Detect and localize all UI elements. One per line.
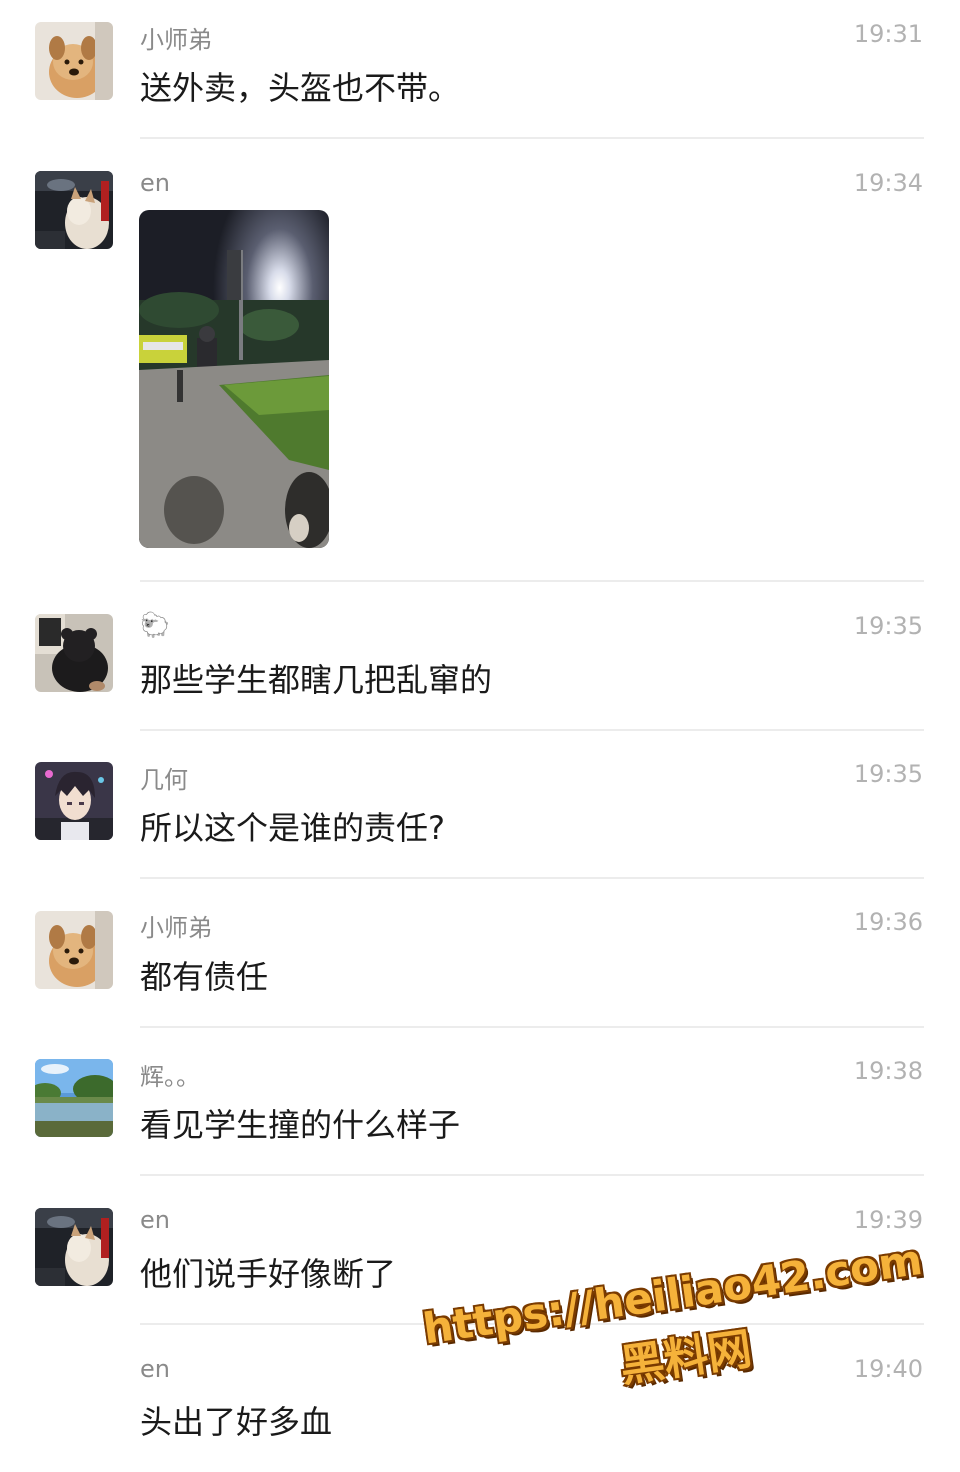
avatar-dog[interactable] xyxy=(35,911,113,989)
avatar-cat-car[interactable] xyxy=(35,171,113,249)
message-text: 送外卖，头盔也不带。 xyxy=(140,69,461,107)
sender-name: en xyxy=(140,1355,170,1383)
sender-name: en xyxy=(140,1206,170,1234)
divider xyxy=(140,1174,924,1176)
message-time: 19:35 xyxy=(853,760,923,788)
cat-car-avatar-icon xyxy=(35,1208,113,1286)
message-time: 19:31 xyxy=(853,20,923,48)
cat-car-avatar-icon xyxy=(35,171,113,249)
message-time: 19:35 xyxy=(853,612,923,640)
sender-name: 几何 xyxy=(140,766,188,794)
dog-avatar-icon xyxy=(35,911,113,989)
divider xyxy=(140,580,924,582)
message-text: 看见学生撞的什么样子 xyxy=(140,1106,461,1144)
divider xyxy=(140,729,924,731)
message-text: 他们说手好像断了 xyxy=(140,1255,397,1293)
black-bear-avatar-icon xyxy=(35,614,113,692)
lake-avatar-icon xyxy=(35,1059,113,1137)
avatar-black-bear[interactable] xyxy=(35,614,113,692)
message-image[interactable] xyxy=(139,210,329,548)
sender-name: 小师弟 xyxy=(140,26,212,54)
street-night-photo-icon xyxy=(139,210,329,548)
message-time: 19:38 xyxy=(853,1057,923,1085)
sender-name: 小师弟 xyxy=(140,914,212,942)
anime-boy-avatar-icon xyxy=(35,762,113,840)
sender-name: 🐑 xyxy=(140,611,170,639)
message-time: 19:39 xyxy=(853,1206,923,1234)
sender-name: en xyxy=(140,169,170,197)
watermark: https://heiliao42.com 黑料网 xyxy=(420,1235,935,1443)
message-text: 那些学生都瞎几把乱窜的 xyxy=(140,661,493,699)
message-text: 头出了好多血 xyxy=(140,1403,333,1441)
message-text: 都有债任 xyxy=(140,958,269,996)
divider xyxy=(140,877,924,879)
message-time: 19:36 xyxy=(853,908,923,936)
avatar-dog[interactable] xyxy=(35,22,113,100)
message-time: 19:34 xyxy=(853,169,923,197)
avatar-anime-boy[interactable] xyxy=(35,762,113,840)
avatar-lake[interactable] xyxy=(35,1059,113,1137)
divider xyxy=(140,1026,924,1028)
message-text: 所以这个是谁的责任? xyxy=(140,809,445,847)
avatar-cat-car[interactable] xyxy=(35,1208,113,1286)
divider xyxy=(140,137,924,139)
dog-avatar-icon xyxy=(35,22,113,100)
sender-name: 辉。。 xyxy=(140,1063,200,1091)
